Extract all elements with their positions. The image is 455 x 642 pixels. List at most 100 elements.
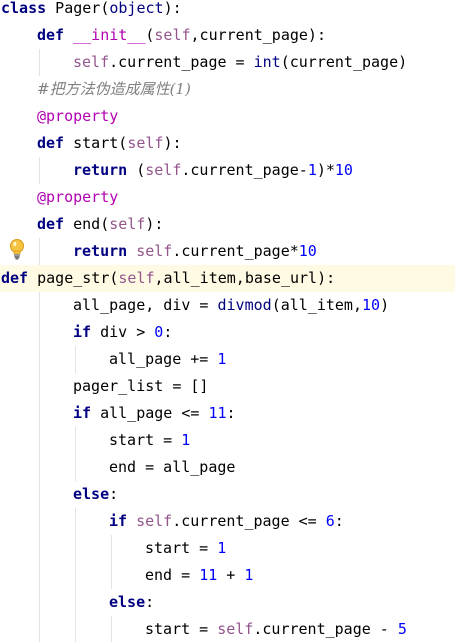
code-token: 6	[325, 512, 335, 530]
code-token: 1	[217, 350, 227, 368]
code-text: self.current_page = int(current_page)	[73, 49, 407, 76]
code-token: ,current_page):	[190, 26, 326, 44]
code-text: end = all_page	[109, 454, 235, 481]
code-line-caret[interactable]: def page_str(self,all_item,base_url):	[0, 265, 455, 292]
code-token: self	[154, 26, 191, 44]
code-line[interactable]: end = all_page	[0, 454, 455, 481]
code-token: 11	[199, 566, 218, 584]
code-token: Pager(	[46, 0, 110, 17]
code-token: self	[127, 134, 164, 152]
code-line[interactable]: class Pager(object):	[0, 0, 455, 22]
code-token: def	[1, 269, 29, 287]
code-token: all_page, div =	[73, 296, 218, 314]
code-token: end =	[145, 566, 200, 584]
code-line[interactable]: if div > 0:	[0, 319, 455, 346]
code-token: object	[109, 0, 164, 17]
code-token: .current_page*	[172, 242, 299, 260]
code-token: end = all_page	[109, 458, 236, 476]
code-token: ):	[145, 215, 164, 233]
code-text: def page_str(self,all_item,base_url):	[1, 265, 335, 292]
code-line[interactable]: all_page += 1	[0, 346, 455, 373]
code-token: 10	[362, 296, 381, 314]
code-text: #把方法伪造成属性(1)	[37, 76, 191, 103]
code-token: end(	[64, 215, 110, 233]
code-text: start = self.current_page - 5	[145, 616, 407, 642]
code-token: .current_page =	[109, 53, 254, 71]
code-line[interactable]: end = 11 + 1	[0, 562, 455, 589]
code-line[interactable]: else:	[0, 589, 455, 616]
code-text: def __init__(self,current_page):	[37, 22, 326, 49]
code-token: ):	[163, 134, 182, 152]
code-text: start = 1	[145, 535, 226, 562]
code-token: start =	[145, 539, 218, 557]
code-line[interactable]: all_page, div = divmod(all_item,10)	[0, 292, 455, 319]
code-token: @property	[37, 188, 119, 206]
code-editor[interactable]: class Pager(object): def __init__(self,cu…	[0, 0, 455, 642]
code-line[interactable]: def __init__(self,current_page):	[0, 22, 455, 49]
code-token: #把方法伪造成属性(1)	[37, 80, 191, 98]
code-token: if	[73, 323, 92, 341]
code-token: all_page <=	[91, 404, 209, 422]
code-line[interactable]: start = 1	[0, 427, 455, 454]
code-line[interactable]: start = 1	[0, 535, 455, 562]
code-text: if self.current_page <= 6:	[109, 508, 344, 535]
code-text: else:	[73, 481, 118, 508]
code-line[interactable]: self.current_page = int(current_page)	[0, 49, 455, 76]
code-token: )*	[316, 161, 335, 179]
code-line[interactable]: start = self.current_page - 5	[0, 616, 455, 642]
code-token: (all_item,	[271, 296, 362, 314]
code-token: 1	[307, 161, 317, 179]
code-token: :	[226, 404, 236, 422]
code-token: (current_page)	[280, 53, 408, 71]
code-token: 5	[397, 620, 407, 638]
code-text: all_page += 1	[109, 346, 226, 373]
code-token: start =	[109, 431, 182, 449]
code-token: +	[217, 566, 245, 584]
code-text: @property	[37, 184, 118, 211]
code-token: 10	[334, 161, 353, 179]
code-line[interactable]: else:	[0, 481, 455, 508]
code-token: .current_page -	[253, 620, 398, 638]
code-token: all_page +=	[109, 350, 218, 368]
code-token: __init__	[73, 26, 146, 44]
code-token: page_str(	[28, 269, 119, 287]
code-text: start = 1	[109, 427, 190, 454]
code-token: class	[1, 0, 47, 17]
code-line[interactable]: def end(self):	[0, 211, 455, 238]
code-line[interactable]: return (self.current_page-1)*10	[0, 157, 455, 184]
code-token: int	[253, 53, 281, 71]
code-line[interactable]: def start(self):	[0, 130, 455, 157]
code-text: end = 11 + 1	[145, 562, 253, 589]
code-token: self	[109, 215, 146, 233]
code-token: .current_page <=	[172, 512, 326, 530]
code-line[interactable]: @property	[0, 184, 455, 211]
lightbulb-icon[interactable]	[9, 239, 25, 261]
code-token: (	[127, 161, 146, 179]
code-token: @property	[37, 107, 119, 125]
code-token: start =	[145, 620, 218, 638]
code-text: if div > 0:	[73, 319, 172, 346]
code-token: pager_list = []	[73, 377, 209, 395]
code-token: self	[136, 512, 173, 530]
code-text: all_page, div = divmod(all_item,10)	[73, 292, 389, 319]
code-line[interactable]: if self.current_page <= 6:	[0, 508, 455, 535]
code-line[interactable]: #把方法伪造成属性(1)	[0, 76, 455, 103]
code-token: :	[163, 323, 173, 341]
code-token: div >	[91, 323, 155, 341]
code-token: self	[73, 53, 110, 71]
code-line[interactable]: pager_list = []	[0, 373, 455, 400]
code-token: 1	[217, 539, 227, 557]
code-text: def start(self):	[37, 130, 182, 157]
code-token: :	[109, 485, 119, 503]
code-text: return (self.current_page-1)*10	[73, 157, 353, 184]
code-line[interactable]: if all_page <= 11:	[0, 400, 455, 427]
code-token: start(	[64, 134, 128, 152]
code-token: divmod	[217, 296, 272, 314]
code-token: def	[37, 134, 65, 152]
code-line[interactable]: @property	[0, 103, 455, 130]
code-token: return	[73, 242, 128, 260]
code-line[interactable]: return self.current_page*10	[0, 238, 455, 265]
code-token: 10	[298, 242, 317, 260]
